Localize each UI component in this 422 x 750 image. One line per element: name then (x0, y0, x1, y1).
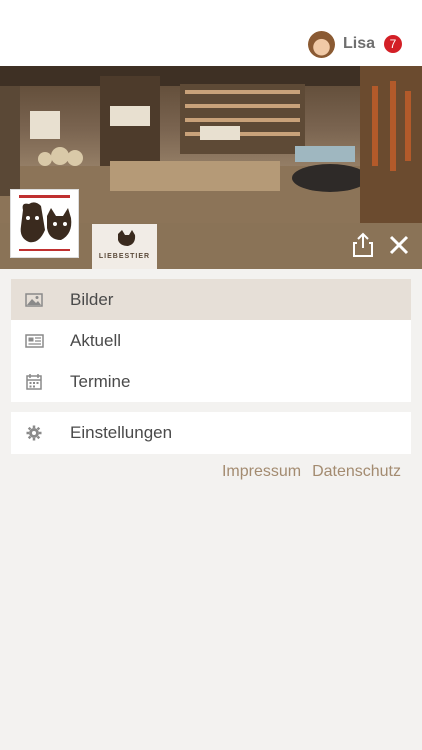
liebestier-logo: LIEBESTIER (92, 224, 157, 269)
dog-cat-logo (10, 189, 79, 258)
menu-item-label: Aktuell (70, 330, 122, 350)
menu-item-termine[interactable]: Termine (11, 361, 411, 402)
menu-item-bilder[interactable]: Bilder (11, 279, 411, 320)
notification-badge[interactable]: 7 (384, 35, 402, 53)
main-menu: Bilder Aktuell Termine (11, 279, 411, 402)
close-icon (389, 235, 409, 255)
settings-label: Einstellungen (70, 423, 173, 442)
image-icon (24, 290, 44, 310)
menu-item-aktuell[interactable]: Aktuell (11, 320, 411, 361)
calendar-icon (24, 372, 44, 392)
close-button[interactable] (386, 230, 412, 260)
share-button[interactable] (350, 230, 376, 260)
menu-item-label: Bilder (70, 289, 114, 309)
user-menu[interactable]: Lisa 7 (307, 30, 402, 58)
logo-caption: LIEBESTIER (98, 253, 151, 260)
footer-links: Impressum Datenschutz (222, 463, 401, 481)
datenschutz-link[interactable]: Datenschutz (312, 463, 401, 481)
user-name[interactable]: Lisa (343, 35, 375, 53)
user-avatar[interactable] (307, 30, 335, 58)
share-icon (353, 232, 373, 257)
news-icon (24, 331, 44, 351)
menu-item-einstellungen[interactable]: Einstellungen (11, 412, 411, 454)
top-bar: Lisa 7 (0, 0, 422, 66)
impressum-link[interactable]: Impressum (222, 463, 301, 481)
gear-icon (24, 423, 44, 443)
menu-item-label: Termine (70, 371, 131, 391)
